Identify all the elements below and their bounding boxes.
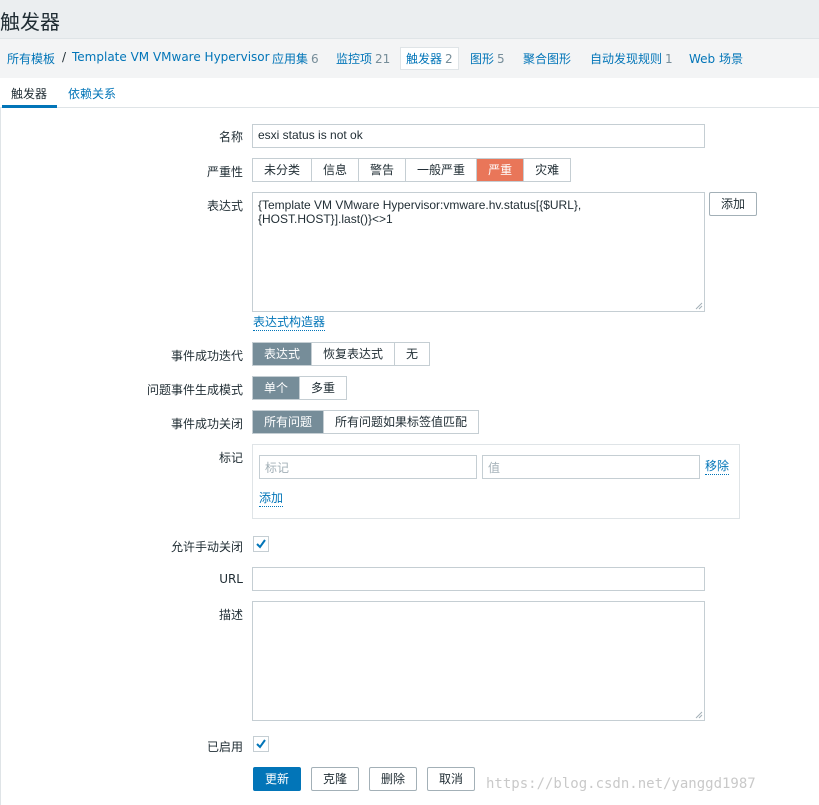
enabled-checkbox[interactable] [253, 736, 269, 752]
nav-screens[interactable]: 聚合图形 [523, 50, 571, 67]
problem-mode-label: 问题事件生成模式 [146, 383, 243, 397]
tag-add-link[interactable]: 添加 [259, 491, 284, 507]
nav-triggers-count: 2 [445, 52, 453, 66]
expression-add-button[interactable]: 添加 [709, 192, 758, 216]
ok-event-closes-label: 事件成功关闭 [170, 417, 243, 431]
enabled-label: 已启用 [206, 740, 243, 754]
nav-graphs[interactable]: 图形 5 [470, 50, 505, 67]
nav-graphs-label: 图形 [470, 52, 495, 66]
checkmark-icon [256, 739, 266, 749]
tab-trigger[interactable]: 触发器 [11, 85, 47, 102]
expression-textarea[interactable]: {Template VM VMware Hypervisor:vmware.hv… [252, 192, 705, 312]
ok-event-generation-label: 事件成功迭代 [170, 349, 243, 363]
trigger-form: 名称 esxi status is not ok 严重性 未分类 信息 警告 一… [0, 108, 819, 805]
ok-close-all-problems[interactable]: 所有问题 [253, 411, 325, 433]
name-label: 名称 [218, 130, 243, 144]
delete-button[interactable]: 删除 [369, 767, 418, 791]
severity-average[interactable]: 一般严重 [406, 159, 478, 181]
expression-line-1: {Template VM VMware Hypervisor:vmware.hv… [258, 198, 582, 212]
host-navigation: 所有模板 / Template VM VMware Hypervisor 应用集… [0, 38, 819, 78]
nav-discovery-rules[interactable]: 自动发现规则 1 [590, 50, 673, 67]
nav-applications[interactable]: 应用集 6 [272, 50, 319, 67]
nav-triggers[interactable]: 触发器 2 [400, 47, 459, 70]
nav-applications-label: 应用集 [272, 52, 309, 66]
description-textarea[interactable] [252, 601, 705, 721]
nav-web-scenarios[interactable]: Web 场景 [689, 50, 743, 67]
name-input[interactable]: esxi status is not ok [252, 124, 705, 148]
breadcrumb-template-name[interactable]: Template VM VMware Hypervisor [72, 50, 270, 64]
url-input[interactable] [252, 567, 705, 591]
nav-screens-label: 聚合图形 [523, 52, 572, 66]
expression-constructor-link[interactable]: 表达式构造器 [253, 315, 326, 331]
watermark-text: https://blog.csdn.net/yanggd1987 [486, 776, 756, 792]
tag-remove-link[interactable]: 移除 [705, 459, 730, 475]
tab-dependencies[interactable]: 依赖关系 [68, 85, 116, 102]
expression-line-2: {HOST.HOST}].last()}<>1 [258, 212, 393, 226]
nav-items-count: 21 [375, 52, 391, 66]
nav-discovery-count: 1 [665, 52, 673, 66]
resize-handle-icon[interactable] [695, 302, 703, 310]
checkmark-icon [256, 539, 266, 549]
manual-close-checkbox[interactable] [253, 536, 269, 552]
expression-label: 表达式 [206, 199, 243, 213]
tags-label: 标记 [218, 451, 243, 465]
ok-event-generation-selector: 表达式 恢复表达式 无 [252, 342, 431, 366]
form-tabs: 触发器 依赖关系 [0, 78, 819, 108]
severity-label: 严重性 [206, 165, 243, 179]
clone-button[interactable]: 克隆 [311, 767, 360, 791]
description-label: 描述 [218, 608, 243, 622]
severity-disaster[interactable]: 灾难 [524, 159, 570, 181]
page-title: 触发器 [0, 10, 60, 34]
nav-items-label: 监控项 [336, 52, 373, 66]
problem-mode-selector: 单个 多重 [252, 376, 348, 400]
severity-not-classified[interactable]: 未分类 [253, 159, 313, 181]
ok-event-expression[interactable]: 表达式 [253, 343, 313, 365]
tag-name-input[interactable]: 标记 [259, 455, 477, 479]
ok-event-recovery-expression[interactable]: 恢复表达式 [312, 343, 396, 365]
ok-event-closes-selector: 所有问题 所有问题如果标签值匹配 [252, 410, 480, 434]
ok-event-none[interactable]: 无 [395, 343, 429, 365]
nav-web-label: Web 场景 [689, 52, 743, 66]
tags-table: 标记 值 移除 添加 [252, 444, 740, 519]
severity-selector: 未分类 信息 警告 一般严重 严重 灾难 [252, 158, 572, 182]
nav-triggers-label: 触发器 [406, 52, 443, 66]
resize-handle-icon[interactable] [695, 711, 703, 719]
cancel-button[interactable]: 取消 [427, 767, 476, 791]
nav-applications-count: 6 [311, 52, 319, 66]
breadcrumb-separator: / [62, 50, 67, 64]
manual-close-label: 允许手动关闭 [170, 540, 243, 554]
nav-graphs-count: 5 [497, 52, 505, 66]
problem-mode-multiple[interactable]: 多重 [300, 377, 346, 399]
update-button[interactable]: 更新 [253, 767, 302, 791]
problem-mode-single[interactable]: 单个 [253, 377, 301, 399]
nav-discovery-label: 自动发现规则 [590, 52, 663, 66]
nav-items[interactable]: 监控项 21 [336, 50, 390, 67]
tag-value-input[interactable]: 值 [482, 455, 700, 479]
severity-high[interactable]: 严重 [477, 159, 525, 181]
url-label: URL [219, 572, 243, 586]
breadcrumb-all-templates[interactable]: 所有模板 [7, 50, 55, 67]
severity-warning[interactable]: 警告 [359, 159, 407, 181]
severity-information[interactable]: 信息 [312, 159, 360, 181]
ok-close-tag-match[interactable]: 所有问题如果标签值匹配 [324, 411, 478, 433]
